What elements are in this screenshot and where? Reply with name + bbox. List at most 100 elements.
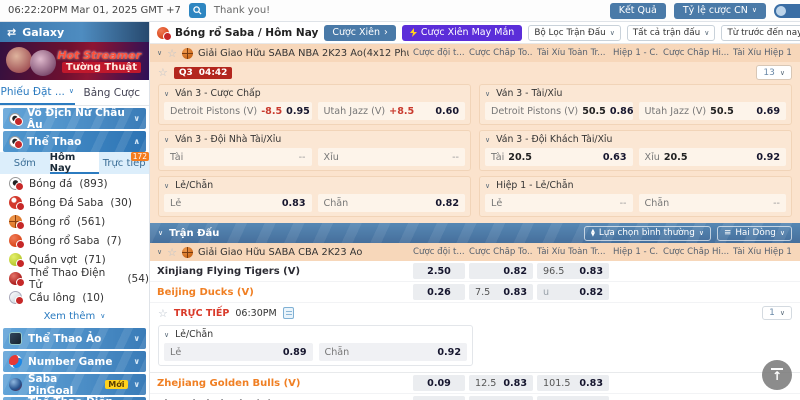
odds-cell[interactable]: Xỉu20.50.92 (639, 148, 787, 166)
handicap-odds-cell[interactable]: 7.50.83 (469, 284, 533, 300)
menu-number-game[interactable]: Number Game∨ (3, 351, 146, 372)
sidebar-item-saba-basketball[interactable]: Bóng rổ Saba(7) (0, 231, 149, 250)
all-matches-dropdown[interactable]: Tất cả trận đấu∨ (627, 25, 716, 41)
moneyline-odds-cell[interactable]: 2.50 (413, 263, 465, 279)
handicap-odds-cell[interactable]: 0.82 (469, 396, 533, 400)
handicap-odds-cell[interactable]: 12.50.83 (469, 375, 533, 391)
moneyline-odds-cell[interactable]: 0.26 (413, 284, 465, 300)
tab-live[interactable]: Trực tiếp172 (99, 152, 149, 174)
sidebar-item-basketball[interactable]: Bóng rổ(561) (0, 212, 149, 231)
collapse-icon[interactable]: ∨ (164, 331, 169, 339)
tab-today[interactable]: Hôm Nay (50, 152, 100, 174)
match-status-row: ☆ TRỰC TIẾP 06:30PM 1∨ (150, 303, 800, 323)
moneyline-odds-cell[interactable]: 5.26 (413, 396, 465, 400)
basketball-icon (157, 27, 169, 39)
collapse-icon[interactable]: ∨ (164, 182, 169, 190)
show-more-button[interactable]: Xem thêm∨ (0, 307, 149, 326)
breadcrumb: Bóng rổ Saba / Hôm Nay (175, 27, 318, 39)
arrow-up-icon: ↑ (772, 371, 782, 382)
favorite-star-icon[interactable]: ☆ (158, 67, 168, 78)
overunder-odds-cell[interactable]: u0.82 (537, 396, 609, 400)
collapse-icon[interactable]: ∨ (158, 230, 163, 237)
menu-womens-euro-league[interactable]: Vô Địch Nữ Châu Âu∨ (3, 108, 146, 129)
results-button[interactable]: Kết Quả (610, 3, 666, 19)
brand-bar[interactable]: ⇄ Galaxy (0, 22, 149, 42)
promo-subtitle: Tường Thuật (62, 62, 141, 73)
team-name: Beijing Ducks (V) (157, 287, 409, 298)
favorite-star-icon[interactable]: ☆ (167, 247, 177, 258)
live-league-section: ∨ ☆ Giải Giao Hữu SABA NBA 2K23 Ảo(4x12 … (150, 44, 800, 223)
collapse-icon[interactable]: ∨ (164, 136, 169, 144)
lightning-icon (410, 28, 417, 37)
odds-cell[interactable]: Xỉu-- (318, 148, 466, 166)
sidebar-item-esports[interactable]: Thể Thao Điện Tử(54) (0, 269, 149, 288)
statistics-icon[interactable] (283, 307, 294, 319)
odds-cell[interactable]: Lẻ0.83 (164, 194, 312, 212)
virtual-sports-icon (9, 332, 22, 345)
odds-cell[interactable]: Chẵn0.82 (318, 194, 466, 212)
tab-bet-slip[interactable]: Phiếu Đặt ...∨ (0, 80, 75, 105)
scroll-to-top-button[interactable]: ↑ (762, 360, 792, 390)
overunder-odds-cell[interactable]: 101.50.83 (537, 375, 609, 391)
lucky-parlay-button[interactable]: Cược Xiên May Mắn (402, 25, 522, 41)
football-icon (9, 177, 22, 190)
odds-cell[interactable]: Tài20.50.63 (485, 148, 633, 166)
promo-banner[interactable]: Hot Streamer Tường Thuật (0, 42, 149, 80)
top-bar: 06:22:20PM Mar 01, 2025 GMT +7 Thank you… (0, 0, 800, 22)
view-mode-dropdown[interactable]: ≡Hai Dòng∨ (717, 226, 792, 241)
search-button[interactable] (189, 3, 206, 18)
odds-cell[interactable]: Chẵn-- (639, 194, 787, 212)
odds-cell[interactable]: Chẵn0.92 (319, 343, 468, 361)
basketball-icon (9, 215, 22, 228)
switch-icon: ⇄ (7, 26, 16, 39)
tab-early[interactable]: Sớm (0, 152, 50, 174)
basketball-icon (182, 247, 193, 258)
odds-cell[interactable]: Tài-- (164, 148, 312, 166)
collapse-icon[interactable]: ∨ (164, 90, 169, 98)
col-h1-overunder: Tài Xỉu Hiệp 1 (733, 48, 793, 58)
handicap-odds-cell[interactable]: 0.82 (469, 263, 533, 279)
chevron-up-icon: ∧ (134, 137, 141, 146)
sort-mode-dropdown[interactable]: ▲▼Lựa chọn bình thường∨ (584, 226, 711, 241)
odds-cell[interactable]: Detroit Pistons (V)50.50.86 (485, 102, 633, 120)
collapse-icon[interactable]: ∨ (485, 136, 490, 144)
sidebar-item-badminton[interactable]: Cầu lông(10) (0, 288, 149, 307)
time-range-dropdown[interactable]: Từ trước đến nay∨ (721, 25, 800, 41)
favorite-star-icon[interactable]: ☆ (158, 308, 168, 319)
server-time: 06:22:20PM Mar 01, 2025 GMT +7 (8, 5, 181, 16)
odds-cell[interactable]: Lẻ0.89 (164, 343, 313, 361)
collapse-icon[interactable]: ∨ (157, 248, 162, 256)
favorite-star-icon[interactable]: ☆ (167, 48, 177, 59)
col-h1-moneyline: Hiệp 1 - C... (613, 48, 659, 58)
market-count-dropdown[interactable]: 13∨ (756, 65, 792, 80)
market-panel-home-overunder: ∨Ván 3 - Đội Nhà Tài/Xỉu Tài-- Xỉu-- (158, 130, 471, 171)
sidebar-item-saba-football[interactable]: Bóng Đá Saba(30) (0, 193, 149, 212)
slip-tabs: Phiếu Đặt ...∨ Bảng Cược (0, 80, 149, 106)
odds-cell[interactable]: Lẻ-- (485, 194, 633, 212)
oddeven-panel: ∨Lẻ/Chẵn Lẻ0.89 Chẵn0.92 (158, 325, 473, 366)
menu-sports[interactable]: Thể Thao∧ (3, 131, 146, 152)
overunder-odds-cell[interactable]: 96.50.83 (537, 263, 609, 279)
collapse-icon[interactable]: ∨ (485, 182, 490, 190)
rows-icon: ≡ (724, 228, 731, 238)
collapse-icon[interactable]: ∨ (485, 90, 490, 98)
theme-toggle[interactable] (774, 4, 800, 18)
more-markets-dropdown[interactable]: 1∨ (762, 306, 792, 320)
overunder-odds-cell[interactable]: u0.82 (537, 284, 609, 300)
soccer-star-icon (9, 113, 21, 125)
parlay-button[interactable]: Cược Xiên› (324, 25, 396, 41)
odds-cell[interactable]: Detroit Pistons (V)-8.50.95 (164, 102, 312, 120)
chevron-down-icon: ∨ (100, 313, 105, 320)
odds-cell[interactable]: Utah Jazz (V)+8.50.60 (318, 102, 466, 120)
odds-type-dropdown[interactable]: Tỷ lệ cược CN∨ (674, 3, 766, 19)
sidebar-item-football[interactable]: Bóng đá(893) (0, 174, 149, 193)
filter-matches-dropdown[interactable]: Bộ Lọc Trận Đấu∨ (528, 25, 621, 41)
menu-saba-pingoal[interactable]: Saba PinGoalMới∨ (3, 374, 146, 395)
collapse-icon[interactable]: ∨ (157, 49, 162, 57)
chevron-down-icon: ∨ (134, 334, 141, 343)
moneyline-odds-cell[interactable]: 0.09 (413, 375, 465, 391)
menu-virtual-sports[interactable]: Thể Thao Ảo∨ (3, 328, 146, 349)
chevron-down-icon: ∨ (780, 230, 785, 237)
tab-bet-board[interactable]: Bảng Cược (75, 80, 150, 105)
odds-cell[interactable]: Utah Jazz (V)50.50.69 (639, 102, 787, 120)
